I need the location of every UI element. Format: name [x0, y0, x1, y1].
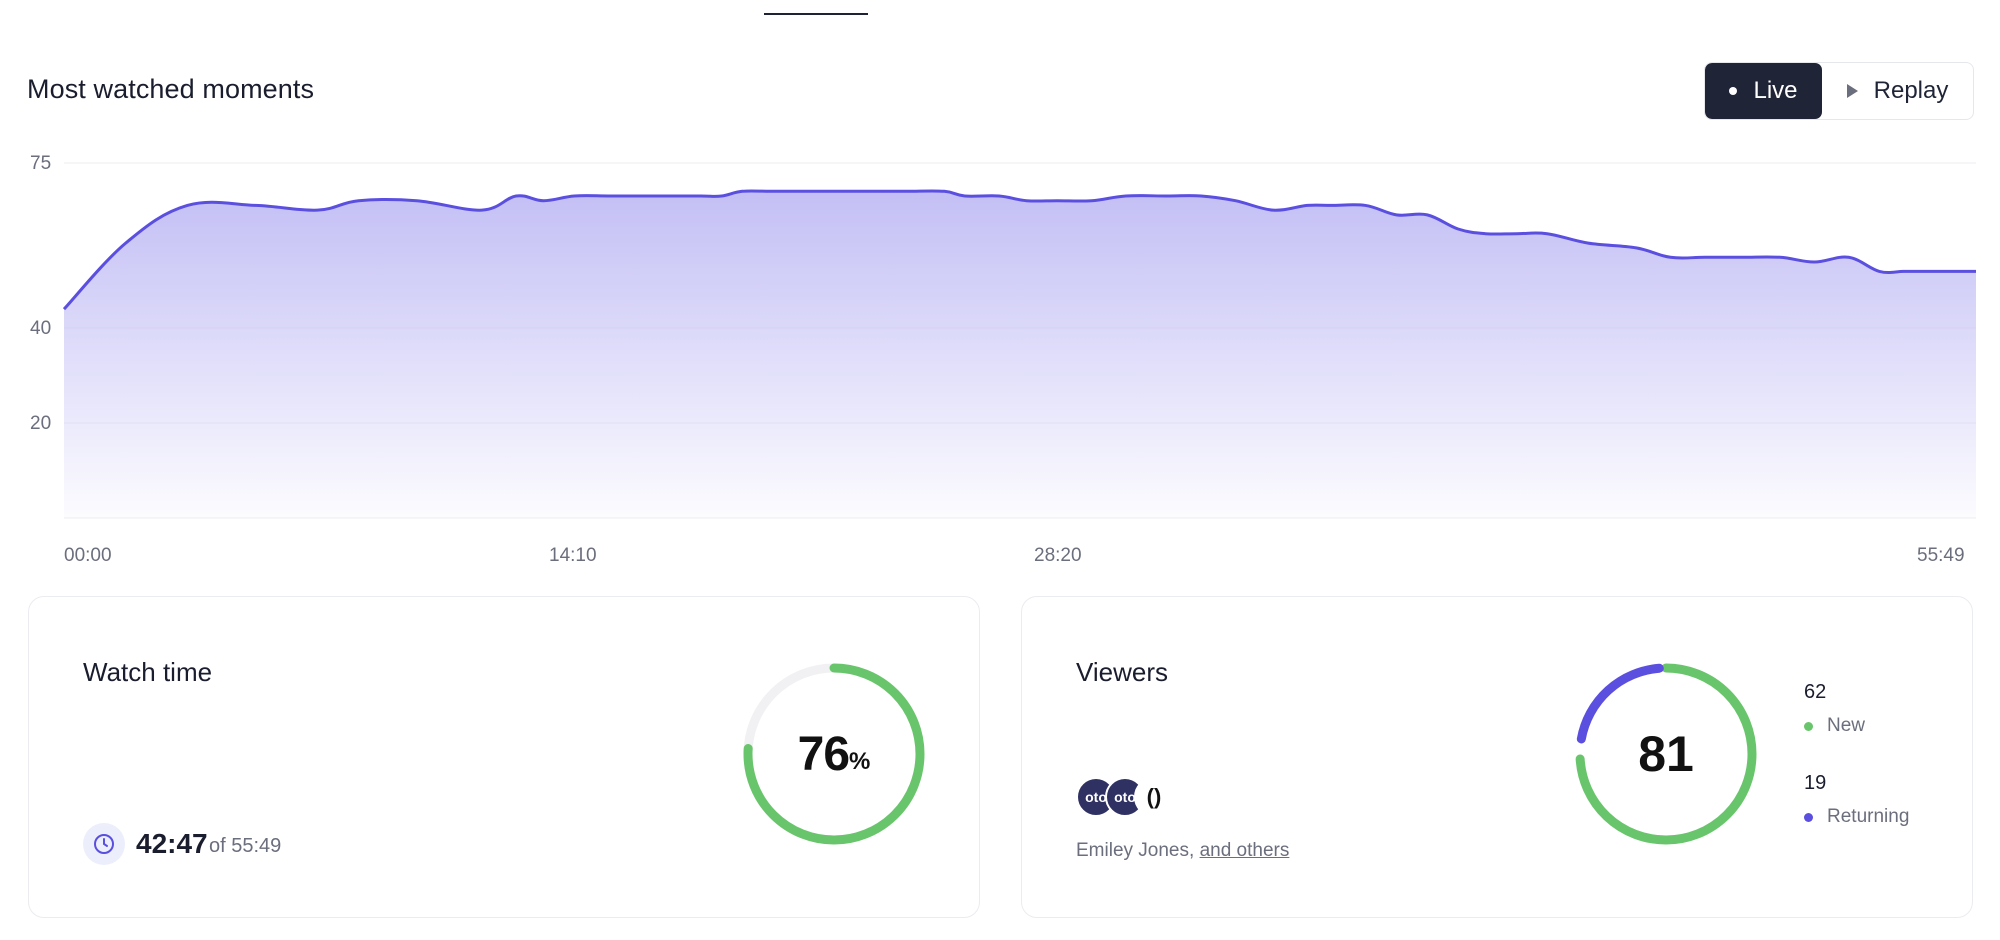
chart-point	[1946, 269, 1950, 273]
avatar[interactable]: ()	[1134, 777, 1174, 817]
live-label: Live	[1753, 77, 1798, 104]
chart-point	[661, 194, 665, 198]
chart-point	[1922, 269, 1926, 273]
chart-point	[1394, 213, 1398, 217]
chart-point	[480, 208, 484, 212]
percent-sign: %	[849, 748, 871, 775]
chart-point	[740, 189, 744, 193]
viewer-name: Emiley Jones,	[1076, 840, 1195, 861]
chart-point	[833, 189, 837, 193]
x-tick-label: 00:00	[64, 545, 112, 566]
live-replay-toggle: Live Replay	[1704, 62, 1974, 120]
viewer-avatars: oto oto ()	[1076, 777, 1176, 817]
chart-point	[1668, 255, 1672, 259]
replay-label: Replay	[1873, 77, 1949, 104]
active-tab-indicator	[764, 13, 868, 15]
chart-point	[1025, 199, 1029, 203]
chart-point	[1812, 260, 1816, 264]
page-title: Most watched moments	[27, 74, 315, 104]
new-viewers-count: 62	[1804, 681, 1827, 703]
chart-point	[1740, 255, 1744, 259]
live-button[interactable]: Live	[1705, 63, 1822, 119]
chart-point	[1586, 241, 1590, 245]
watch-percent: 76	[797, 727, 850, 781]
chart-point	[720, 194, 724, 198]
chart-point	[997, 194, 1001, 198]
viewer-names: Emiley Jones, and others	[1076, 840, 1289, 862]
chart-point	[1703, 255, 1707, 259]
chart-point	[1329, 203, 1333, 207]
chart-area	[64, 190, 1976, 518]
watch-time-total: of 55:49	[209, 835, 282, 857]
chart-point	[1233, 199, 1237, 203]
watch-time-value: 42:47	[136, 828, 208, 859]
chart-point	[870, 189, 874, 193]
chart-point	[124, 241, 128, 245]
chart-point	[1364, 203, 1368, 207]
chart-point	[1778, 255, 1782, 259]
x-tick-label: 55:49	[1917, 545, 1965, 566]
viewers-donut: 81	[1571, 659, 1761, 854]
chart-point	[415, 199, 419, 203]
chart-point	[514, 194, 518, 198]
returning-viewers-count: 19	[1804, 772, 1827, 794]
chart-point	[963, 194, 967, 198]
legend-new-label: New	[1827, 715, 1866, 736]
viewers-title: Viewers	[1076, 657, 1169, 687]
chart-point	[699, 194, 703, 198]
y-tick-label: 40	[30, 318, 51, 339]
watch-chart: 75 40 20	[30, 153, 1978, 519]
chart-point	[62, 307, 66, 311]
chart-point	[1847, 255, 1851, 259]
x-tick-label: 14:10	[549, 545, 597, 566]
watch-time-title: Watch time	[83, 657, 213, 687]
chart-point	[1305, 203, 1309, 207]
play-icon	[1846, 84, 1858, 98]
chart-point	[942, 189, 946, 193]
purple-dot-icon	[1804, 812, 1813, 822]
chart-point	[1901, 269, 1905, 273]
chart-point	[315, 208, 319, 212]
chart-point	[1124, 194, 1128, 198]
viewers-card: Viewers oto oto () Emiley Jones, and oth…	[1021, 596, 1973, 918]
y-tick-label: 75	[30, 153, 51, 174]
replay-button[interactable]: Replay	[1822, 63, 1973, 119]
legend-returning: Returning	[1804, 806, 1909, 828]
chart-point	[1055, 199, 1059, 203]
chart-point	[1974, 269, 1978, 273]
chart-point	[607, 194, 611, 198]
legend-new: New	[1804, 715, 1865, 737]
chart-point	[1514, 232, 1518, 236]
chart-point	[1483, 232, 1487, 236]
chart-point	[1634, 246, 1638, 250]
chart-point	[1456, 227, 1460, 231]
chart-point	[1425, 213, 1429, 217]
green-dot-icon	[1804, 721, 1813, 731]
chart-point	[1165, 194, 1169, 198]
chart-point	[572, 194, 576, 198]
chart-point	[1090, 199, 1094, 203]
watch-time-card: Watch time 42:47 of 55:49 76 %	[28, 596, 980, 918]
legend-returning-label: Returning	[1827, 806, 1910, 827]
watch-time-donut: 76 %	[739, 659, 929, 854]
chart-point	[798, 189, 802, 193]
chart-point	[905, 189, 909, 193]
chart-point	[542, 199, 546, 203]
chart-point	[641, 194, 645, 198]
y-tick-label: 20	[30, 413, 51, 434]
chart-point	[185, 203, 189, 207]
and-others-link[interactable]: and others	[1200, 840, 1290, 861]
chart-point	[357, 199, 361, 203]
viewers-total: 81	[1638, 726, 1694, 782]
x-tick-label: 28:20	[1034, 545, 1082, 566]
live-dot-icon	[1729, 87, 1738, 95]
clock-icon	[83, 823, 125, 865]
chart-point	[1877, 269, 1881, 273]
chart-point	[1199, 194, 1203, 198]
chart-point	[254, 203, 258, 207]
chart-point	[768, 189, 772, 193]
chart-point	[1271, 208, 1275, 212]
chart-point	[1545, 232, 1549, 236]
